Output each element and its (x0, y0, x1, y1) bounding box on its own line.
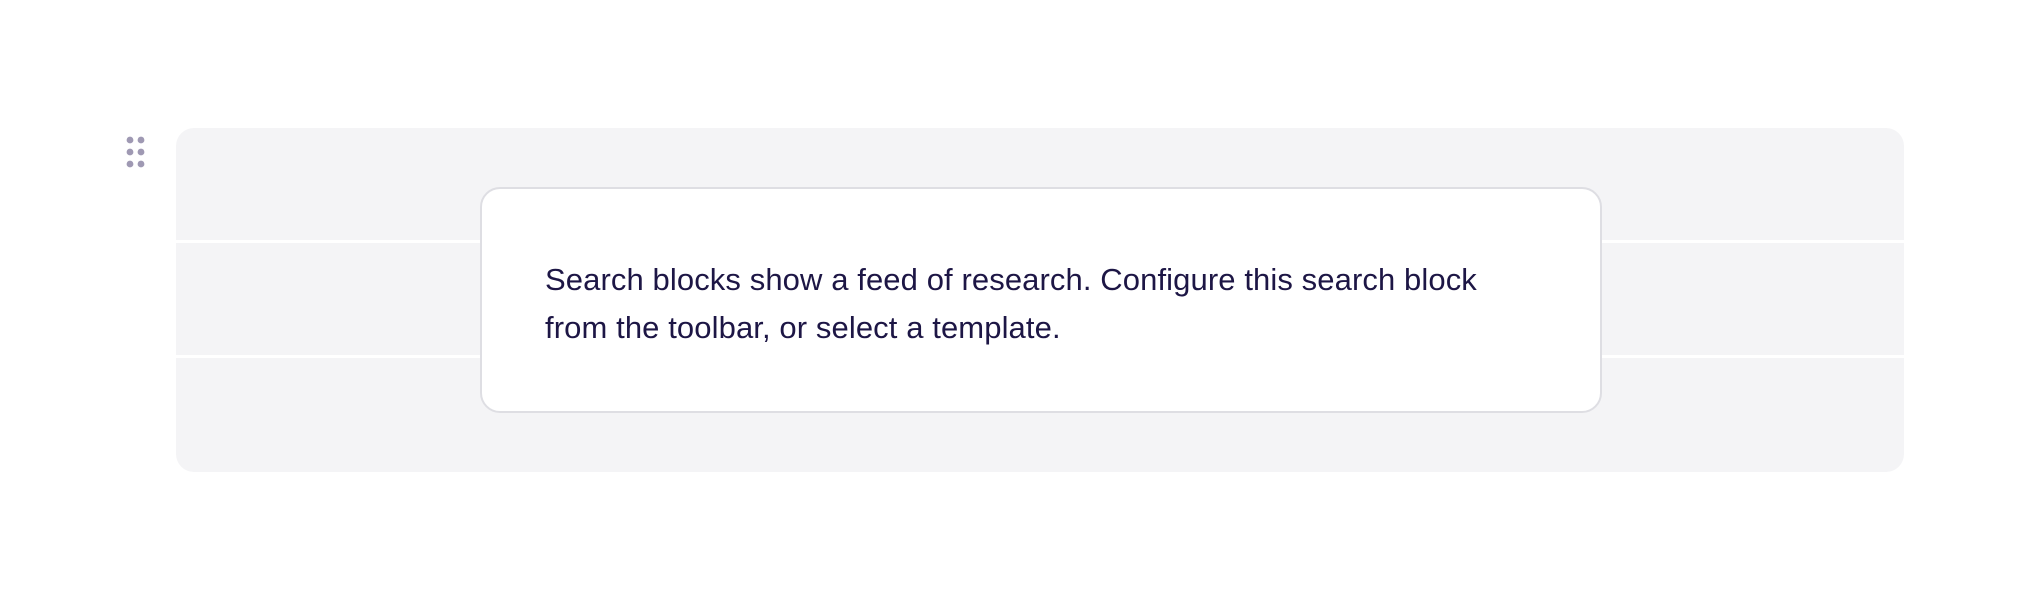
search-block-notice-text: Search blocks show a feed of research. C… (545, 262, 1477, 345)
drag-handle-icon[interactable] (126, 136, 146, 168)
drag-handle-dots-icon (126, 136, 145, 168)
search-block-notice-card: Search blocks show a feed of research. C… (480, 187, 1602, 413)
